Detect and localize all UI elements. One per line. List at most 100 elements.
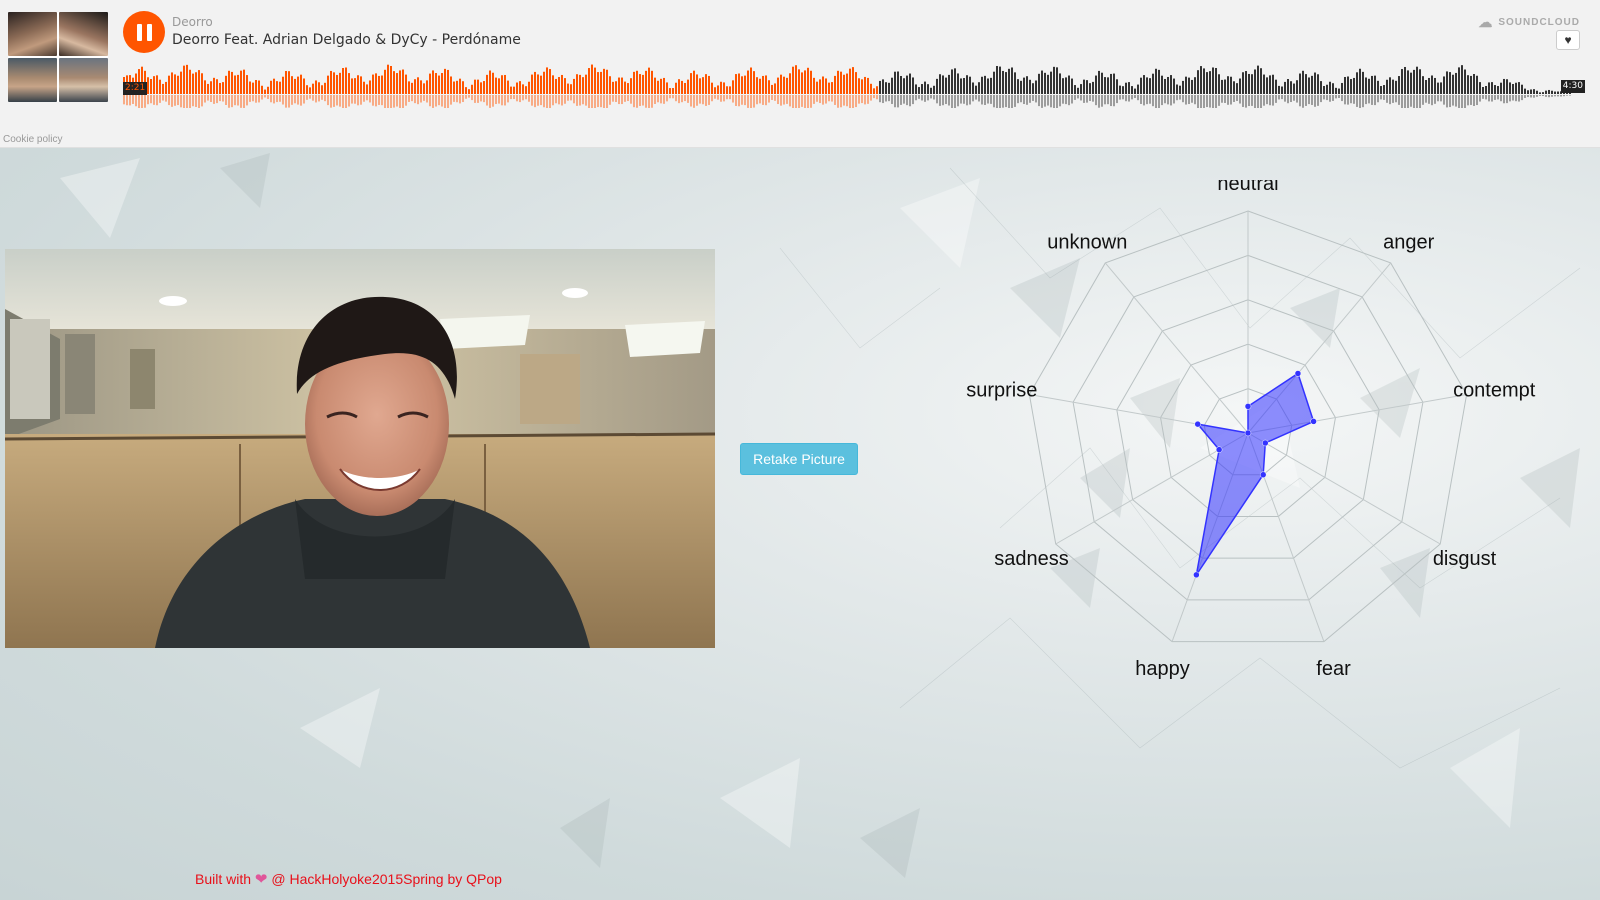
waveform-bar [987, 78, 989, 104]
waveform-bar [636, 70, 638, 108]
waveform-bar [1062, 78, 1064, 104]
waveform-bar [432, 70, 434, 108]
waveform-bar [567, 83, 569, 101]
waveform-bar [945, 77, 947, 105]
waveform-bar [1008, 68, 1010, 108]
waveform-bar [1293, 83, 1295, 101]
waveform-bar [1014, 72, 1016, 107]
waveform-bar [465, 87, 467, 99]
waveform-bar [1029, 79, 1031, 103]
waveform-bar [1365, 77, 1367, 105]
waveform-bar [495, 77, 497, 105]
waveform-bar [756, 77, 758, 105]
waveform-bar [1071, 78, 1073, 104]
waveform-bar [285, 71, 287, 108]
waveform-seekbar[interactable] [123, 58, 1573, 108]
waveform-bar [1266, 77, 1268, 105]
waveform-bar [207, 83, 209, 101]
waveform-bar [345, 67, 347, 108]
waveform-bar [1125, 82, 1127, 102]
waveform-bar [1173, 78, 1175, 104]
waveform-bar [591, 64, 593, 108]
waveform-bar [303, 78, 305, 104]
waveform-bar [282, 76, 284, 105]
waveform-bar [1491, 82, 1493, 102]
waveform-bar [489, 70, 491, 108]
waveform-bar [891, 77, 893, 104]
waveform-bar [1440, 82, 1442, 102]
waveform-bar [417, 77, 419, 105]
waveform-bar [660, 78, 662, 104]
waveform-bar [675, 82, 677, 102]
waveform-bar [354, 78, 356, 104]
waveform-bar [1410, 72, 1412, 107]
pause-button[interactable] [123, 11, 165, 53]
waveform-bar [1416, 66, 1418, 108]
waveform-bar [150, 78, 152, 104]
waveform-bar [1320, 81, 1322, 103]
waveform-bar [1032, 83, 1034, 101]
waveform-bar [1545, 90, 1547, 97]
waveform-bar [258, 80, 260, 103]
soundcloud-logo[interactable]: ☁ SOUNDCLOUD [1478, 14, 1580, 31]
track-title[interactable]: Deorro Feat. Adrian Delgado & DyCy - Per… [172, 32, 521, 48]
waveform-bar [1122, 86, 1124, 100]
waveform-bar [996, 65, 998, 108]
radar-axis-label: anger [1383, 231, 1434, 253]
waveform-bar [789, 73, 791, 107]
waveform-bar [369, 80, 371, 103]
track-artwork[interactable] [8, 12, 108, 102]
waveform-bar [420, 80, 422, 103]
waveform-bar [405, 74, 407, 106]
artwork-photo [59, 12, 108, 56]
waveform-bar [783, 76, 785, 105]
waveform-bar [654, 77, 656, 104]
waveform-bar [696, 74, 698, 106]
retake-picture-button[interactable]: Retake Picture [740, 443, 858, 475]
waveform-bar [1530, 89, 1532, 98]
radar-series-area [1195, 372, 1315, 576]
waveform-bar [549, 69, 551, 108]
waveform-bar [1263, 74, 1265, 106]
waveform-bar [192, 73, 194, 107]
waveform-bar [747, 70, 749, 108]
waveform-bar [1074, 85, 1076, 100]
waveform-bar [1485, 85, 1487, 100]
waveform-bar [1158, 69, 1160, 108]
waveform-bar [1011, 67, 1013, 108]
waveform-bar [561, 74, 563, 106]
waveform-bar [261, 85, 263, 100]
waveform-bar [504, 74, 506, 106]
waveform-bar [501, 75, 503, 106]
waveform-bar [1398, 76, 1400, 105]
cookie-policy-link[interactable]: Cookie policy [3, 134, 62, 145]
waveform-bar [753, 71, 755, 108]
waveform-bar [309, 87, 311, 99]
track-artist[interactable]: Deorro [172, 15, 213, 29]
like-button[interactable]: ♥ [1556, 30, 1580, 50]
waveform-bar [1248, 73, 1250, 107]
waveform-bar [882, 79, 884, 104]
waveform-bar [1161, 75, 1163, 106]
waveform-bar [954, 68, 956, 108]
waveform-bar [1002, 70, 1004, 108]
waveform-bar [300, 74, 302, 106]
waveform-bar [1179, 85, 1181, 100]
waveform-bar [693, 70, 695, 108]
waveform-bar [537, 74, 539, 106]
waveform-bar [1188, 77, 1190, 105]
waveform-bar [1458, 67, 1460, 108]
waveform-bar [1050, 71, 1052, 108]
waveform-bar [159, 79, 161, 103]
waveform-bar [723, 82, 725, 102]
waveform-bar [888, 82, 890, 102]
waveform-bar [1167, 76, 1169, 105]
waveform-bar [1338, 88, 1340, 98]
waveform-bar [291, 76, 293, 105]
waveform-bar [426, 80, 428, 103]
radar-data-point [1310, 418, 1317, 425]
waveform-bar [492, 72, 494, 107]
waveform-bar [264, 89, 266, 98]
waveform-bar [216, 79, 218, 104]
waveform-bar [816, 81, 818, 102]
